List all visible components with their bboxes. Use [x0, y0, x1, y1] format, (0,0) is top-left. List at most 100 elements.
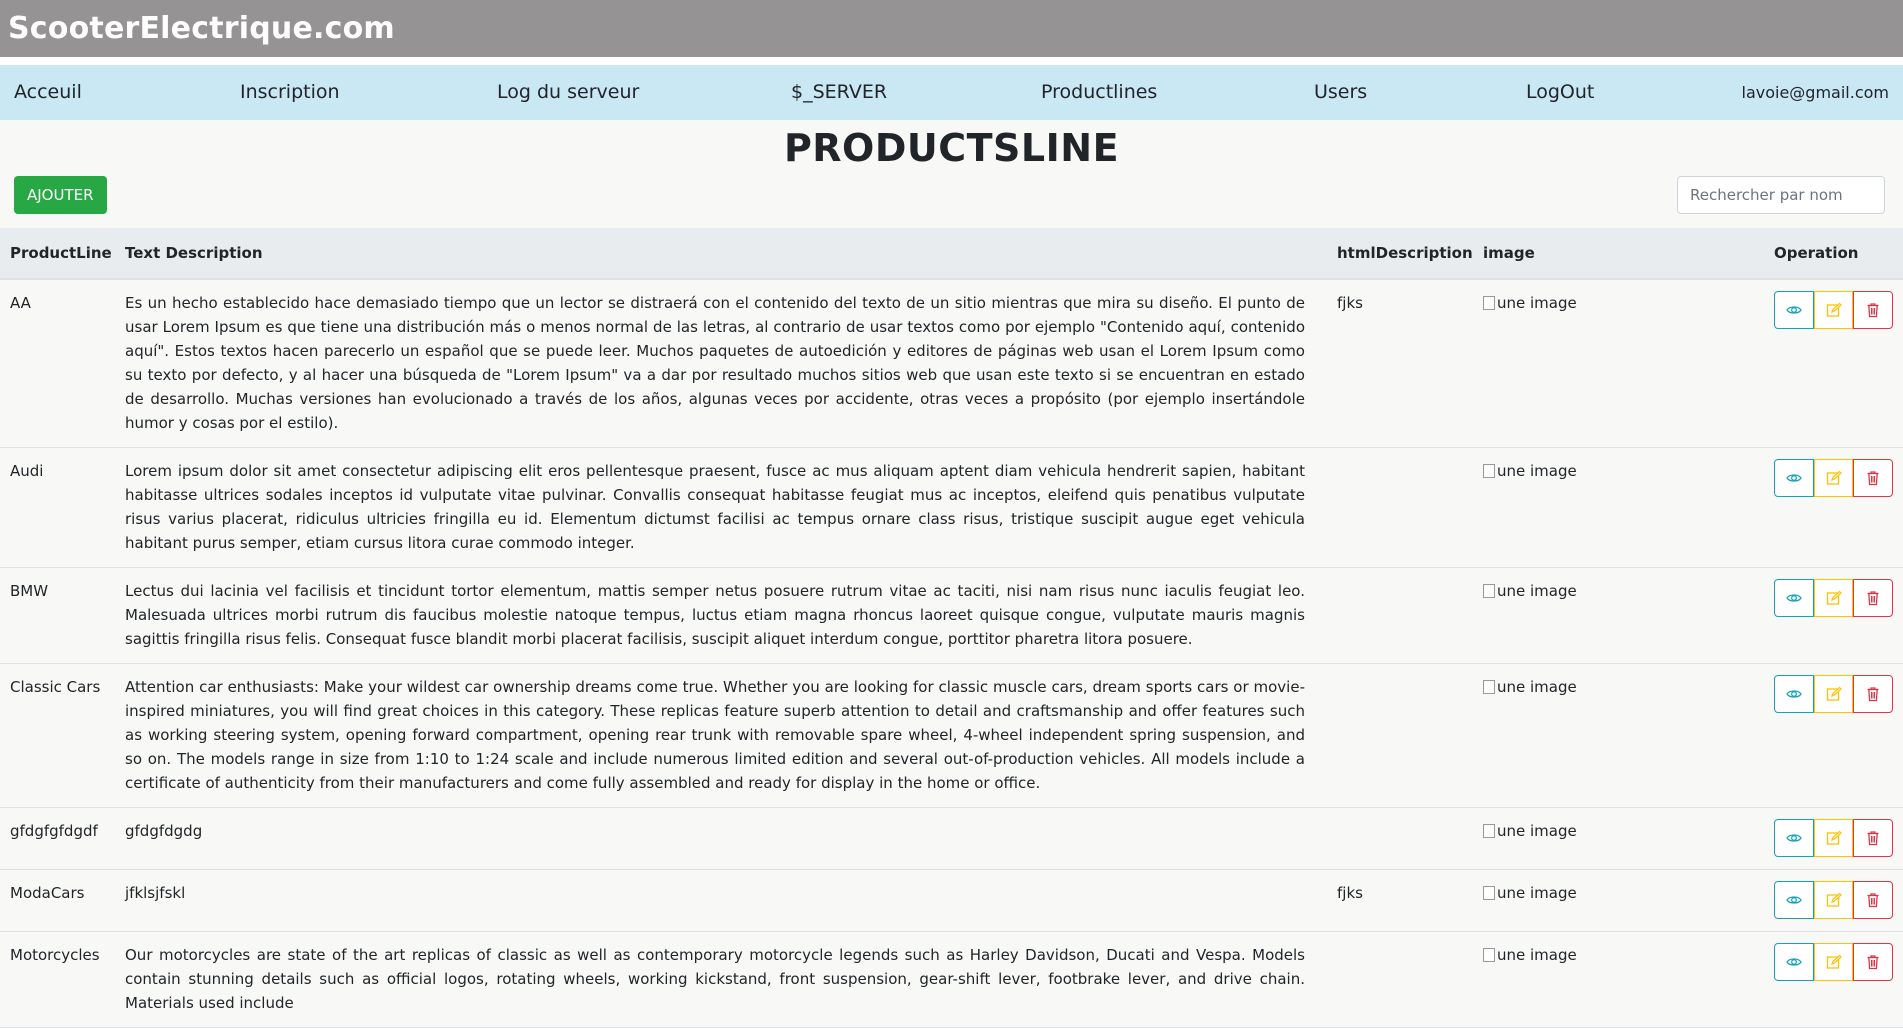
nav-item-inscription[interactable]: Inscription: [240, 81, 340, 103]
trash-icon: [1867, 471, 1879, 486]
cell-text-description: Our motorcycles are state of the art rep…: [115, 931, 1327, 1028]
cell-image: une image: [1473, 447, 1764, 568]
column-header-image: image: [1473, 228, 1764, 280]
trash-icon: [1867, 591, 1879, 606]
eye-icon: [1786, 958, 1802, 966]
edit-button[interactable]: [1813, 675, 1854, 713]
operation-group: [1774, 291, 1894, 329]
cell-productline: AA: [0, 279, 115, 448]
operation-group: [1774, 943, 1894, 981]
cell-image: une image: [1473, 567, 1764, 664]
view-button[interactable]: [1774, 291, 1814, 329]
user-email: lavoie@gmail.com: [1741, 83, 1890, 102]
cell-productline: gfdgfgfdgdf: [0, 807, 115, 870]
broken-image-icon: [1483, 680, 1495, 694]
column-header-productline: ProductLine: [0, 228, 115, 280]
view-button[interactable]: [1774, 579, 1814, 617]
image-alt-text: une image: [1497, 294, 1577, 312]
edit-button[interactable]: [1813, 291, 1854, 329]
eye-icon: [1786, 896, 1802, 904]
operation-group: [1774, 675, 1894, 713]
add-button[interactable]: AJOUTER: [14, 176, 107, 214]
edit-button[interactable]: [1813, 459, 1854, 497]
eye-icon: [1786, 834, 1802, 842]
broken-image-icon: [1483, 464, 1495, 478]
image-alt-text: une image: [1497, 462, 1577, 480]
site-brand[interactable]: ScooterElectrique.com: [8, 11, 395, 46]
cell-operation: [1764, 663, 1903, 808]
view-button[interactable]: [1774, 881, 1814, 919]
nav-item-acceuil[interactable]: Acceuil: [14, 81, 82, 103]
broken-image: une image: [1483, 819, 1577, 843]
eye-icon: [1786, 474, 1802, 482]
cell-operation: [1764, 807, 1903, 870]
pencil-square-icon: [1826, 590, 1842, 605]
pencil-square-icon: [1826, 892, 1842, 907]
edit-button[interactable]: [1813, 579, 1854, 617]
image-alt-text: une image: [1497, 822, 1577, 840]
eye-icon: [1786, 594, 1802, 602]
broken-image-icon: [1483, 886, 1495, 900]
trash-icon: [1867, 955, 1879, 970]
table-row: gfdgfgfdgdf gfdgfdgdg une image: [0, 807, 1903, 870]
broken-image: une image: [1483, 459, 1577, 483]
column-header-text-description: Text Description: [115, 228, 1327, 280]
view-button[interactable]: [1774, 943, 1814, 981]
pencil-square-icon: [1826, 686, 1842, 701]
nav-item-users[interactable]: Users: [1314, 81, 1367, 103]
broken-image-icon: [1483, 948, 1495, 962]
pencil-square-icon: [1826, 954, 1842, 969]
cell-text-description: Attention car enthusiasts: Make your wil…: [115, 663, 1327, 808]
cell-productline: Classic Cars: [0, 663, 115, 808]
pencil-square-icon: [1826, 470, 1842, 485]
cell-operation: [1764, 279, 1903, 448]
cell-image: une image: [1473, 869, 1764, 932]
cell-operation: [1764, 567, 1903, 664]
table-row: Audi Lorem ipsum dolor sit amet consecte…: [0, 447, 1903, 568]
cell-image: une image: [1473, 931, 1764, 1028]
table-row: BMW Lectus dui lacinia vel facilisis et …: [0, 567, 1903, 664]
eye-icon: [1786, 690, 1802, 698]
trash-icon: [1867, 831, 1879, 846]
search-input[interactable]: [1677, 176, 1885, 214]
productlines-table: ProductLine Text Description htmlDescrip…: [0, 228, 1903, 1028]
cell-text-description: gfdgfdgdg: [115, 807, 1327, 870]
trash-icon: [1867, 893, 1879, 908]
table-header-row: ProductLine Text Description htmlDescrip…: [0, 228, 1903, 280]
delete-button[interactable]: [1853, 819, 1894, 857]
table-row: Classic Cars Attention car enthusiasts: …: [0, 663, 1903, 808]
nav-item-productlines[interactable]: Productlines: [1041, 81, 1157, 103]
nav-item-logout[interactable]: LogOut: [1526, 81, 1594, 103]
delete-button[interactable]: [1853, 943, 1894, 981]
edit-button[interactable]: [1813, 943, 1854, 981]
cell-text-description: Lectus dui lacinia vel facilisis et tinc…: [115, 567, 1327, 664]
table-row: ModaCars jfklsjfskl fjks une image: [0, 869, 1903, 932]
trash-icon: [1867, 303, 1879, 318]
view-button[interactable]: [1774, 819, 1814, 857]
operation-group: [1774, 459, 1894, 497]
delete-button[interactable]: [1853, 881, 1894, 919]
delete-button[interactable]: [1853, 459, 1894, 497]
cell-image: une image: [1473, 663, 1764, 808]
image-alt-text: une image: [1497, 946, 1577, 964]
nav-item-server[interactable]: $_SERVER: [791, 81, 887, 103]
cell-html-description: [1327, 663, 1473, 808]
page-title: PRODUCTSLINE: [783, 126, 1120, 170]
cell-text-description: jfklsjfskl: [115, 869, 1327, 932]
top-header: ScooterElectrique.com: [0, 0, 1903, 65]
delete-button[interactable]: [1853, 291, 1894, 329]
nav-item-log-du-serveur[interactable]: Log du serveur: [497, 81, 639, 103]
edit-button[interactable]: [1813, 881, 1854, 919]
delete-button[interactable]: [1853, 579, 1894, 617]
broken-image: une image: [1483, 579, 1577, 603]
column-header-operation: Operation: [1764, 228, 1903, 280]
pencil-square-icon: [1826, 830, 1842, 845]
view-button[interactable]: [1774, 675, 1814, 713]
cell-html-description: fjks: [1327, 869, 1473, 932]
view-button[interactable]: [1774, 459, 1814, 497]
edit-button[interactable]: [1813, 819, 1854, 857]
delete-button[interactable]: [1853, 675, 1894, 713]
table-row: AA Es un hecho establecido hace demasiad…: [0, 279, 1903, 448]
cell-text-description: Lorem ipsum dolor sit amet consectetur a…: [115, 447, 1327, 568]
operation-group: [1774, 819, 1894, 857]
